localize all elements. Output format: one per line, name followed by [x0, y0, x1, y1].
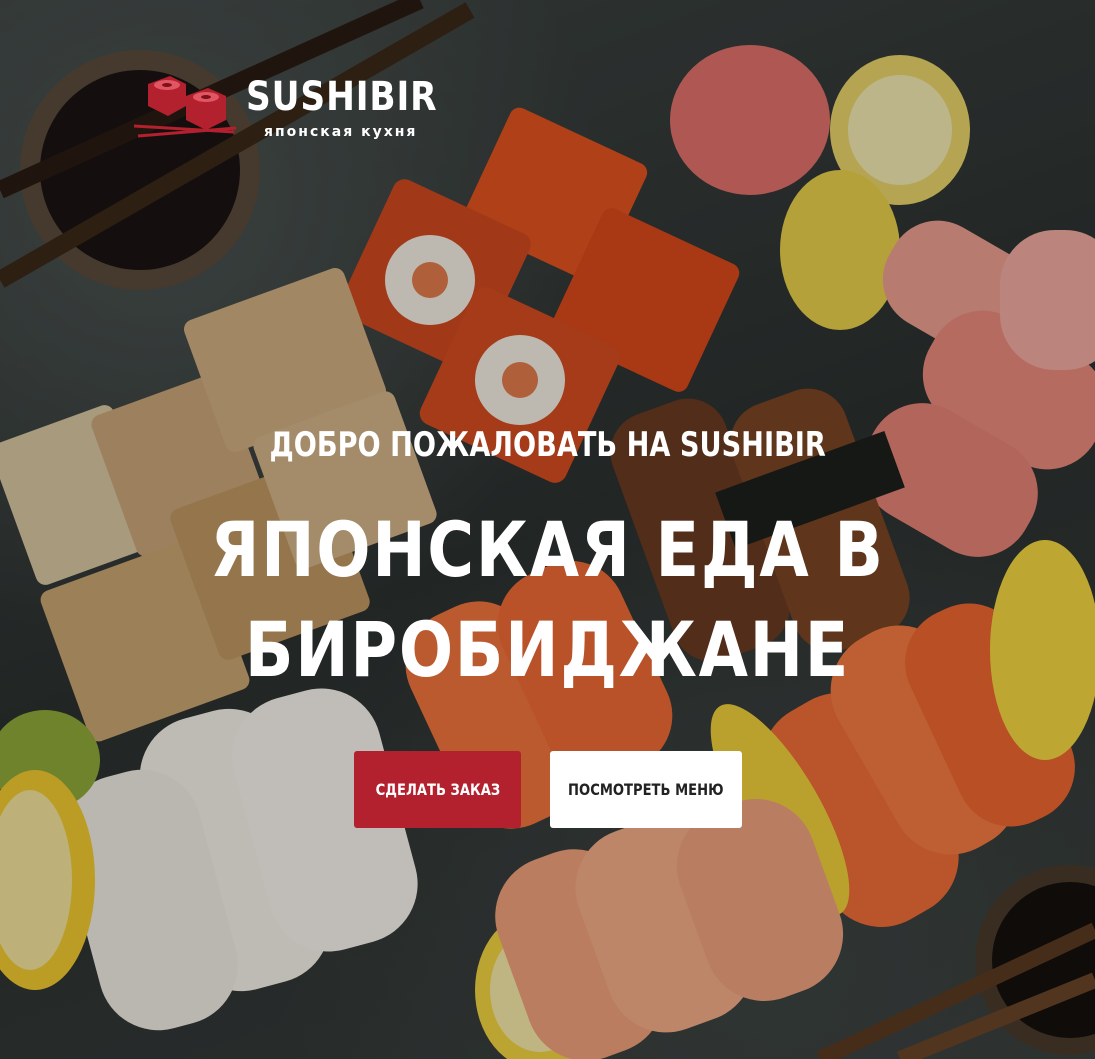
- make-order-button[interactable]: СДЕЛАТЬ ЗАКАЗ: [354, 751, 521, 828]
- hero-welcome-label: ДОБРО ПОЖАЛОВАТЬ НА SUSHIBIR: [269, 425, 826, 465]
- hero-headline-line2: БИРОБИДЖАНЕ: [244, 605, 851, 694]
- brand-logo[interactable]: SUSHIBIR японская кухня: [134, 74, 438, 144]
- hero-headline: ЯПОНСКАЯ ЕДА В БИРОБИДЖАНЕ: [0, 500, 1095, 700]
- make-order-button-label: СДЕЛАТЬ ЗАКАЗ: [375, 780, 500, 799]
- view-menu-button-label: ПОСМОТРЕТЬ МЕНЮ: [568, 780, 724, 799]
- brand-name: SUSHIBIR: [246, 74, 438, 120]
- sushi-rolls-chopsticks-logo-icon: [134, 76, 237, 138]
- view-menu-button[interactable]: ПОСМОТРЕТЬ МЕНЮ: [550, 751, 742, 828]
- hero-headline-line1: ЯПОНСКАЯ ЕДА В: [210, 505, 885, 594]
- hero-welcome-text: ДОБРО ПОЖАЛОВАТЬ НА SUSHIBIR: [0, 423, 1095, 467]
- brand-tagline: японская кухня: [264, 124, 418, 140]
